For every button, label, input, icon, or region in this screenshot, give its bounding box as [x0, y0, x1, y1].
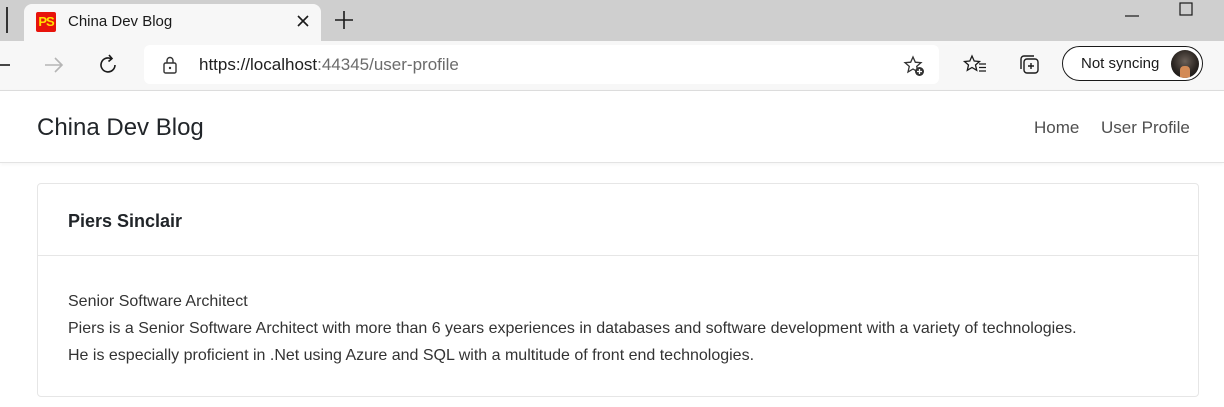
lock-icon[interactable]: [161, 55, 179, 75]
browser-toolbar: https://localhost:44345/user-profile Not…: [0, 41, 1224, 91]
profile-bio-line-1: Piers is a Senior Software Architect wit…: [68, 320, 1077, 337]
card-header: Piers Sinclair: [38, 184, 1198, 256]
site-navbar: China Dev Blog Home User Profile: [0, 91, 1224, 163]
site-brand-link[interactable]: China Dev Blog: [37, 113, 204, 143]
profile-bio-line-2: He is especially proficient in .Net usin…: [68, 347, 755, 364]
site-favicon-icon: PS: [36, 12, 56, 32]
collections-icon[interactable]: [1017, 53, 1041, 77]
close-icon[interactable]: [292, 10, 314, 32]
forward-arrow-icon[interactable]: [42, 53, 66, 77]
nav-link-user-profile[interactable]: User Profile: [1101, 117, 1190, 139]
minimize-icon[interactable]: [1124, 8, 1140, 24]
profile-card: Piers Sinclair Senior Software Architect…: [37, 183, 1199, 397]
url-host: https://localhost: [199, 55, 318, 74]
profile-job-title: Senior Software Architect: [68, 293, 248, 310]
url-text[interactable]: https://localhost:44345/user-profile: [199, 55, 459, 75]
tab-title: China Dev Blog: [68, 13, 173, 30]
browser-tab[interactable]: PS China Dev Blog: [24, 4, 321, 41]
profile-sync-button[interactable]: Not syncing: [1062, 46, 1203, 81]
maximize-icon[interactable]: [1179, 2, 1193, 16]
avatar: [1171, 50, 1199, 78]
profile-name: Piers Sinclair: [68, 211, 183, 231]
address-bar[interactable]: https://localhost:44345/user-profile: [144, 45, 939, 84]
card-body: Senior Software Architect Piers is a Sen…: [68, 288, 1178, 369]
back-arrow-icon[interactable]: [0, 55, 12, 75]
favorites-icon[interactable]: [962, 53, 988, 77]
nav-link-home[interactable]: Home: [1034, 117, 1079, 139]
add-favorite-icon[interactable]: [902, 54, 926, 78]
sync-status-label: Not syncing: [1081, 55, 1160, 72]
plus-icon[interactable]: [332, 8, 356, 32]
url-path: :44345/user-profile: [317, 55, 459, 74]
previous-tab-edge[interactable]: [0, 7, 8, 33]
tab-strip: PS China Dev Blog: [0, 0, 1224, 41]
refresh-icon[interactable]: [96, 53, 120, 77]
